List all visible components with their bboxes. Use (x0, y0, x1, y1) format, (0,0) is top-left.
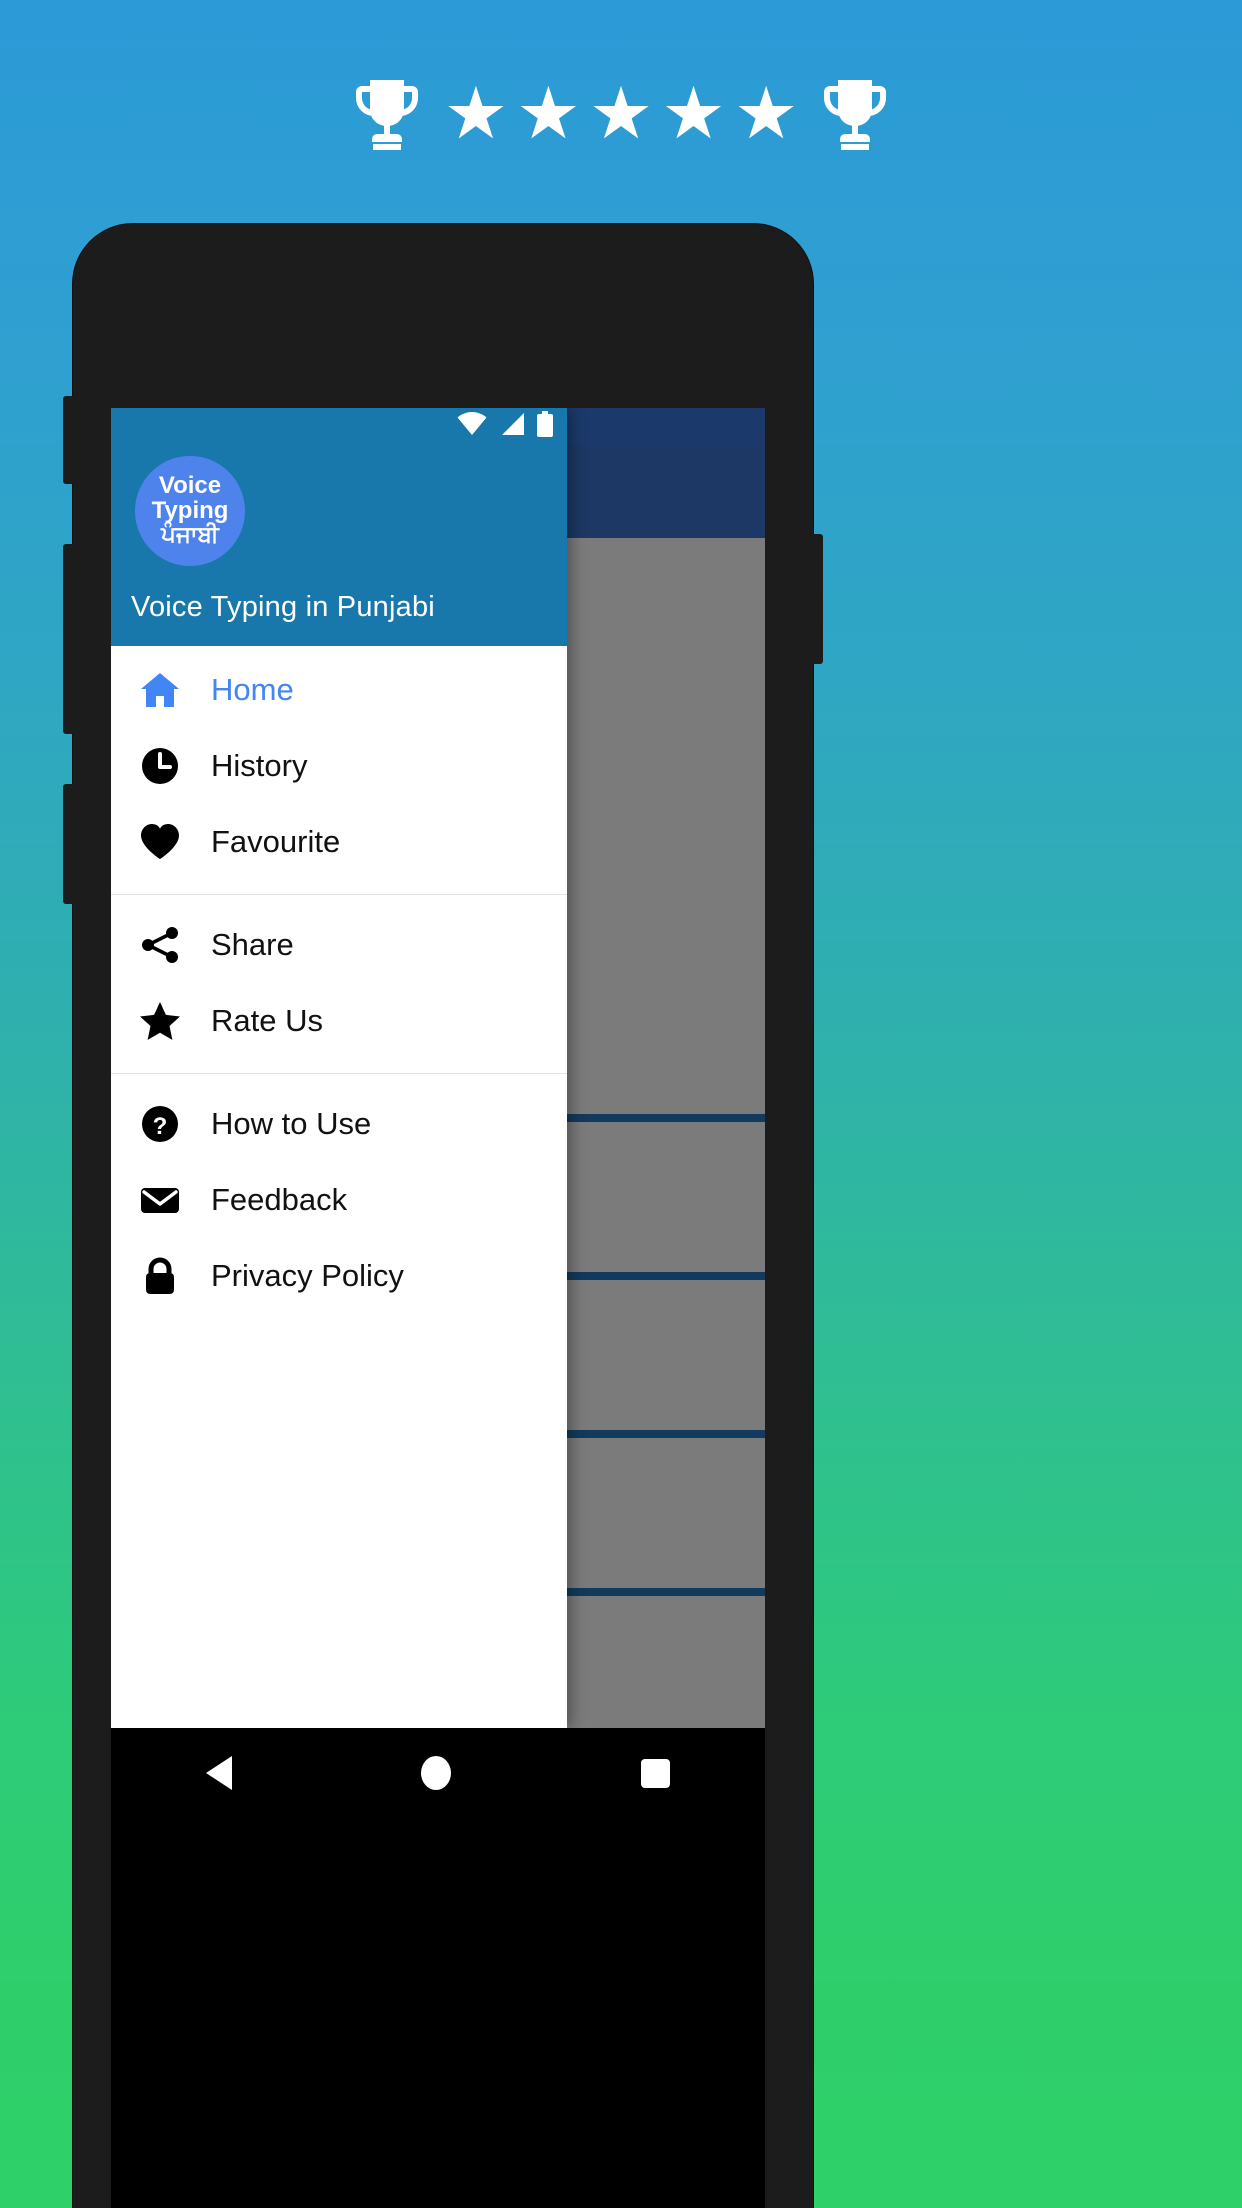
android-nav-bar (111, 1728, 765, 1818)
drawer-divider (111, 1073, 567, 1074)
star-icon-2: ★ (516, 71, 581, 155)
heart-filled-icon (139, 821, 181, 863)
drawer-menu-group-primary: Home History Favourite (111, 652, 567, 880)
recents-square-icon[interactable] (641, 1758, 671, 1788)
sidebar-item-how-to-use[interactable]: ? How to Use (111, 1086, 567, 1162)
device-lower-bezel (111, 1818, 765, 2208)
trophy-icon (824, 76, 887, 150)
home-icon (139, 669, 181, 711)
sidebar-item-privacy-policy[interactable]: Privacy Policy (111, 1238, 567, 1314)
sidebar-item-favourite[interactable]: Favourite (111, 804, 567, 880)
drawer-header: Voice Typing ਪੰਜਾਬੀ Voice Typing in Punj… (111, 408, 567, 646)
phone-screen: Punjabi to bi. ਰਨ ਲਈ ਮਾਈਕ | unjabi (111, 408, 765, 1728)
sidebar-item-label: History (211, 748, 308, 783)
share-icon (139, 924, 181, 966)
back-triangle-icon[interactable] (205, 1756, 232, 1790)
app-logo: Voice Typing ਪੰਜਾਬੀ (135, 456, 245, 566)
star-icon-3: ★ (588, 71, 654, 155)
sidebar-item-label: Rate Us (211, 1003, 323, 1038)
rating-banner: ★ ★ ★ ★ ★ (0, 68, 1242, 158)
phone-device-frame: Punjabi to bi. ਰਨ ਲਈ ਮਾਈਕ | unjabi (63, 224, 823, 2208)
app-logo-line-1: Voice (158, 472, 222, 500)
sidebar-item-label: Favourite (211, 824, 341, 859)
sidebar-item-rate-us[interactable]: Rate Us (111, 983, 567, 1059)
star-icon-5: ★ (733, 71, 799, 155)
drawer-menu: Home History Favourite Share Rate Us ? H… (111, 646, 567, 1728)
sidebar-item-label: Feedback (211, 1182, 348, 1217)
clock-icon (139, 745, 181, 787)
lock-icon (139, 1255, 181, 1297)
star-rating: ★ ★ ★ ★ ★ (444, 77, 799, 149)
device-volume-button (63, 544, 75, 734)
sidebar-item-share[interactable]: Share (111, 907, 567, 983)
cell-signal-icon (499, 412, 525, 441)
sidebar-item-label: Privacy Policy (211, 1258, 404, 1293)
navigation-drawer: Voice Typing ਪੰਜਾਬੀ Voice Typing in Punj… (111, 408, 567, 1728)
help-circle-icon: ? (139, 1103, 181, 1145)
star-icon-4: ★ (661, 71, 726, 155)
star-icon (139, 1000, 181, 1042)
drawer-menu-group-social: Share Rate Us (111, 907, 567, 1059)
sidebar-item-home[interactable]: Home (111, 652, 567, 728)
sidebar-item-history[interactable]: History (111, 728, 567, 804)
app-name-label: Voice Typing in Punjabi (131, 591, 435, 623)
sidebar-item-feedback[interactable]: Feedback (111, 1162, 567, 1238)
battery-icon (537, 410, 553, 442)
sidebar-item-label: Share (211, 927, 294, 962)
wifi-icon (457, 411, 487, 441)
star-icon-1: ★ (443, 71, 509, 155)
device-side-button (63, 396, 75, 484)
drawer-menu-group-support: ? How to Use Feedback Privacy Policy (111, 1086, 567, 1314)
trophy-icon (355, 76, 418, 150)
device-power-button (811, 534, 823, 664)
sidebar-item-label: Home (211, 672, 294, 707)
app-logo-line-3: ਪੰਜਾਬੀ (161, 522, 219, 548)
device-side-button (63, 784, 75, 904)
status-bar-icons (443, 408, 567, 444)
drawer-divider (111, 894, 567, 895)
app-logo-line-2: Typing (151, 497, 229, 525)
svg-text:?: ? (153, 1113, 168, 1140)
mail-icon (139, 1179, 181, 1221)
sidebar-item-label: How to Use (211, 1106, 372, 1141)
home-circle-icon[interactable] (421, 1756, 452, 1790)
